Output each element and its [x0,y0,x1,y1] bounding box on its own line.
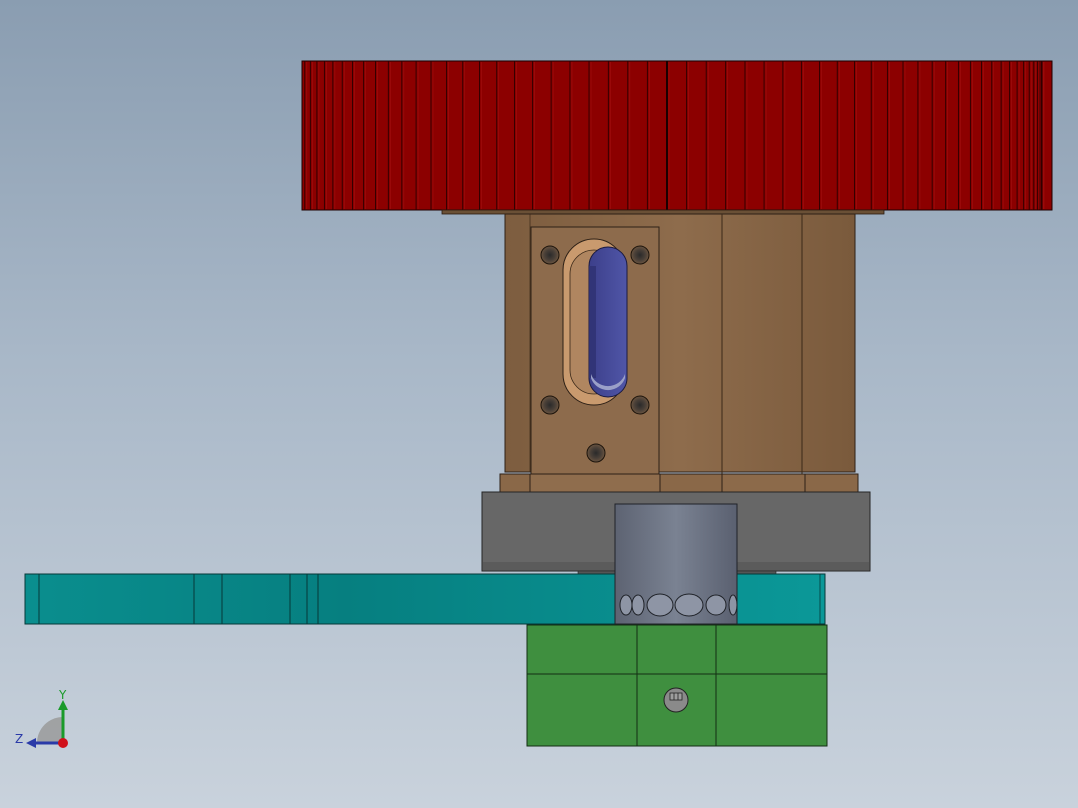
gear[interactable] [301,60,1053,215]
shaft-knurl [619,593,738,617]
screw-hole [630,245,650,265]
screw-hole [540,245,560,265]
triad-y-label: Y [59,688,67,702]
triad-z-label: Z [15,732,24,746]
gear-body[interactable] [301,60,1053,211]
screw-hole [540,395,560,415]
gear-hub-lip [441,209,885,215]
triad-x-axis-dot [58,738,68,748]
set-screw[interactable] [663,687,689,713]
housing-base-step [721,473,806,493]
housing-base-step [659,473,723,493]
green-block[interactable] [526,624,828,747]
screw-hole [586,443,606,463]
slot-edge [589,266,596,378]
block-body[interactable] [526,624,828,747]
housing-base-step [499,473,531,493]
screw-hole [630,395,650,415]
motor-housing[interactable] [499,213,859,493]
orientation-triad[interactable] [26,700,68,748]
cad-model-view[interactable] [0,0,1078,808]
housing-base-step [804,473,859,493]
triad-quarter-disc [37,717,63,743]
housing-base-step [529,473,661,493]
motor-window[interactable] [562,238,628,406]
shaft[interactable] [614,503,738,625]
triad-z-arrow [26,738,36,748]
cad-graphics-viewport[interactable]: Y Z [0,0,1078,808]
